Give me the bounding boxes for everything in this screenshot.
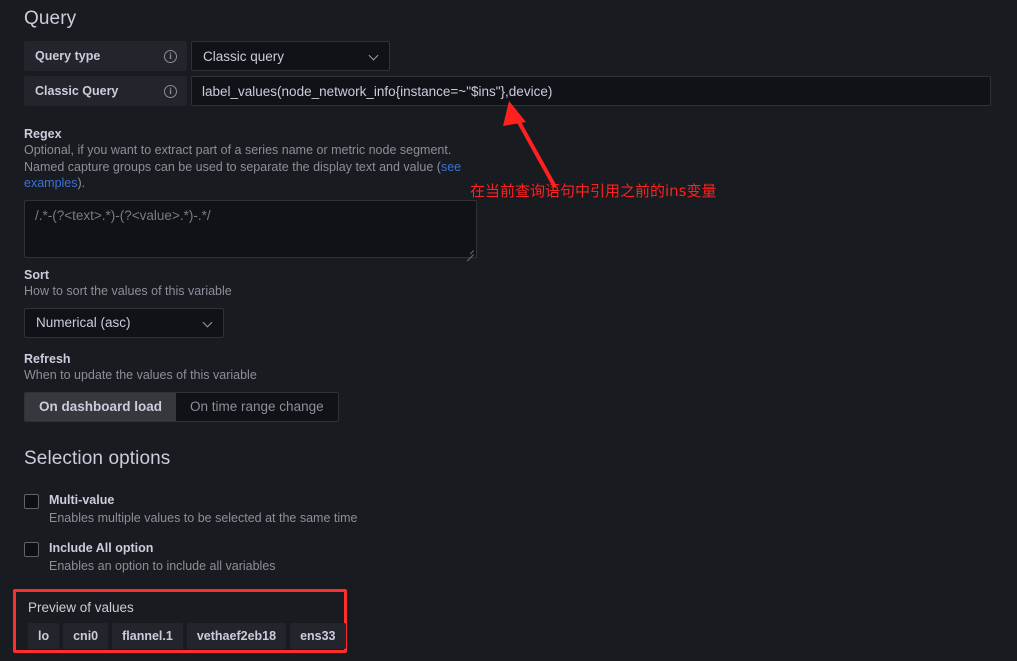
include-all-description: Enables an option to include all variabl… (49, 559, 276, 573)
selection-options-section: Selection options Multi-value Enables mu… (24, 448, 358, 589)
include-all-label: Include All option (49, 541, 154, 555)
preview-chip-list: lo cni0 flannel.1 vethaef2eb18 ens33 (28, 623, 346, 649)
refresh-option-on-time-range-change[interactable]: On time range change (176, 393, 338, 421)
sort-description: How to sort the values of this variable (24, 284, 232, 298)
query-type-control: Classic query (191, 41, 390, 71)
classic-query-input[interactable]: label_values(node_network_info{instance=… (191, 76, 991, 106)
query-type-select[interactable]: Classic query (191, 41, 390, 71)
preview-chip: flannel.1 (112, 623, 183, 649)
annotation-arrow-icon (503, 101, 557, 188)
refresh-radio-group: On dashboard load On time range change (24, 391, 339, 422)
multi-value-option-row: Multi-value Enables multiple values to b… (24, 493, 358, 525)
include-all-checkbox[interactable] (24, 542, 39, 557)
regex-description-part1: Optional, if you want to extract part of… (24, 143, 452, 174)
sort-label: Sort (24, 268, 49, 282)
info-circle-icon[interactable]: i (164, 49, 177, 63)
preview-title: Preview of values (28, 600, 134, 615)
multi-value-checkbox[interactable] (24, 494, 39, 509)
selection-options-title: Selection options (24, 448, 171, 469)
regex-description-part2: ). (77, 176, 86, 190)
regex-section: Regex Optional, if you want to extract p… (24, 127, 494, 261)
query-section: Query (24, 8, 76, 30)
query-type-row: Query type i Classic query (24, 41, 390, 71)
info-circle-icon[interactable]: i (164, 84, 177, 98)
query-section-title: Query (24, 8, 77, 29)
annotation-text: 在当前查询语句中引用之前的ins变量 (470, 182, 717, 200)
multi-value-description: Enables multiple values to be selected a… (49, 511, 358, 525)
chevron-down-icon (370, 51, 380, 61)
multi-value-label: Multi-value (49, 493, 115, 507)
preview-chip: cni0 (63, 623, 109, 649)
query-type-value: Classic query (203, 48, 285, 64)
sort-select[interactable]: Numerical (asc) (24, 307, 224, 338)
refresh-description: When to update the values of this variab… (24, 368, 257, 382)
classic-query-label: Classic Query i (24, 76, 187, 106)
regex-label: Regex (24, 127, 62, 141)
classic-query-value: label_values(node_network_info{instance=… (202, 83, 553, 99)
regex-description: Optional, if you want to extract part of… (24, 142, 494, 192)
query-type-label: Query type i (24, 41, 187, 71)
regex-textarea[interactable]: /.*-(?<text>.*)-(?<value>.*)-.*/ (24, 199, 477, 261)
include-all-option-row: Include All option Enables an option to … (24, 541, 358, 573)
sort-value: Numerical (asc) (36, 315, 131, 330)
preview-of-values-panel: Preview of values lo cni0 flannel.1 vethaef… (13, 589, 347, 653)
regex-placeholder: /.*-(?<text>.*)-(?<value>.*)-.*/ (35, 207, 211, 223)
resize-handle-icon[interactable] (464, 245, 474, 261)
chevron-down-icon (204, 318, 214, 328)
classic-query-row: Classic Query i label_values(node_networ… (24, 76, 991, 106)
preview-chip: vethaef2eb18 (186, 623, 287, 649)
preview-chip: lo (28, 623, 60, 649)
classic-query-control: label_values(node_network_info{instance=… (191, 76, 991, 106)
preview-chip: ens33 (290, 623, 346, 649)
sort-section: Sort How to sort the values of this vari… (24, 268, 232, 338)
refresh-section: Refresh When to update the values of thi… (24, 352, 339, 422)
query-type-label-text: Query type (35, 49, 101, 63)
refresh-label: Refresh (24, 352, 71, 366)
refresh-option-on-dashboard-load[interactable]: On dashboard load (25, 392, 177, 421)
classic-query-label-text: Classic Query (35, 84, 119, 98)
